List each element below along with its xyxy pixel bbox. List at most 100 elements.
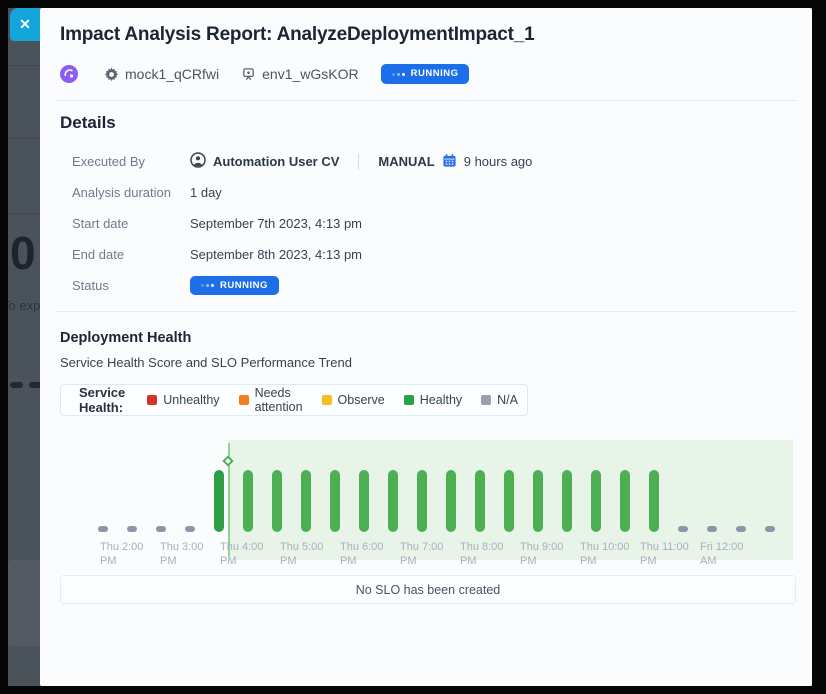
health-bar <box>272 470 282 532</box>
legend-item: Observe <box>322 393 385 407</box>
health-bar-chart: Thu 2:00 PMThu 3:00 PMThu 4:00 PMThu 5:0… <box>60 428 797 574</box>
end-date-value: September 8th 2023, 4:13 pm <box>190 247 362 262</box>
health-bar <box>533 470 543 532</box>
vertical-divider <box>358 154 359 170</box>
health-bar <box>330 470 340 532</box>
calendar-icon <box>442 153 457 171</box>
legend-swatch-icon <box>322 395 332 405</box>
header-divider <box>55 100 797 101</box>
x-axis-tick-label: Thu 9:00 PM <box>520 540 582 568</box>
health-bar <box>127 526 137 532</box>
background-stat-number: 0 <box>10 230 36 276</box>
x-axis-tick-label: Thu 6:00 PM <box>340 540 402 568</box>
health-bar <box>243 470 253 532</box>
legend-item: Healthy <box>404 393 462 407</box>
health-bar <box>504 470 514 532</box>
health-bar <box>678 526 688 532</box>
environment-meta: env1_wGsKOR <box>241 66 358 82</box>
x-axis-tick-label: Thu 8:00 PM <box>460 540 522 568</box>
deployment-health-subtitle: Service Health Score and SLO Performance… <box>60 355 352 370</box>
start-date-value: September 7th 2023, 4:13 pm <box>190 216 362 231</box>
detail-row-executed-by: Executed By Automation User CV MANUAL 9 … <box>72 146 772 177</box>
legend-label: Needs attention <box>255 386 303 414</box>
health-bar <box>475 470 485 532</box>
legend-item: N/A <box>481 393 518 407</box>
impact-analysis-modal: Impact Analysis Report: AnalyzeDeploymen… <box>40 8 812 686</box>
legend-label: Healthy <box>420 393 462 407</box>
app-logo-icon <box>60 65 78 83</box>
health-bar <box>707 526 717 532</box>
health-bar <box>765 526 775 532</box>
environment-icon <box>241 67 256 82</box>
background-icon-stub <box>10 382 23 388</box>
status-badge-label: RUNNING <box>220 281 268 291</box>
detail-label: End date <box>72 247 190 262</box>
slo-empty-message: No SLO has been created <box>356 583 501 597</box>
screenshot-stage: 0 To expa ✕ Impact Analysis Report: Anal… <box>0 0 826 694</box>
close-button[interactable]: ✕ <box>10 8 40 41</box>
slo-empty-state: No SLO has been created <box>60 575 796 604</box>
running-dots-icon <box>392 73 405 76</box>
detail-row-analysis-duration: Analysis duration 1 day <box>72 177 772 208</box>
details-heading: Details <box>60 113 116 133</box>
health-bar <box>562 470 572 532</box>
detail-row-end-date: End date September 8th 2023, 4:13 pm <box>72 239 772 270</box>
health-bar <box>736 526 746 532</box>
service-name: mock1_qCRfwi <box>125 66 219 82</box>
analysis-duration-value: 1 day <box>190 185 222 200</box>
details-table: Executed By Automation User CV MANUAL 9 … <box>72 146 772 301</box>
legend-label: Unhealthy <box>163 393 219 407</box>
legend-label: Observe <box>338 393 385 407</box>
health-bar <box>388 470 398 532</box>
legend-item: Unhealthy <box>147 393 219 407</box>
health-bar <box>98 526 108 532</box>
legend-swatch-icon <box>404 395 414 405</box>
status-badge-label: RUNNING <box>411 69 459 79</box>
service-meta: mock1_qCRfwi <box>104 66 219 82</box>
legend-label: N/A <box>497 393 518 407</box>
legend-swatch-icon <box>239 395 249 405</box>
trigger-type: MANUAL <box>378 154 434 169</box>
health-bar <box>446 470 456 532</box>
x-axis-tick-label: Thu 5:00 PM <box>280 540 342 568</box>
legend-swatch-icon <box>481 395 491 405</box>
detail-label: Executed By <box>72 154 190 169</box>
page-title: Impact Analysis Report: AnalyzeDeploymen… <box>60 24 535 46</box>
status-badge-running: RUNNING <box>190 276 279 296</box>
detail-row-status: Status RUNNING <box>72 270 772 301</box>
user-icon <box>190 152 206 171</box>
running-dots-icon <box>201 284 214 287</box>
section-divider <box>55 311 797 312</box>
health-bar <box>591 470 601 532</box>
health-bar <box>417 470 427 532</box>
gear-icon <box>104 67 119 82</box>
x-axis-tick-label: Thu 3:00 PM <box>160 540 222 568</box>
detail-label: Start date <box>72 216 190 231</box>
legend-item: Needs attention <box>239 386 303 414</box>
deployment-health-heading: Deployment Health <box>60 330 191 346</box>
environment-name: env1_wGsKOR <box>262 66 358 82</box>
x-axis-tick-label: Thu 4:00 PM <box>220 540 282 568</box>
status-badge-running: RUNNING <box>381 64 470 84</box>
health-bar <box>359 470 369 532</box>
detail-label: Status <box>72 278 190 293</box>
health-bar <box>649 470 659 532</box>
legend-title: Service Health: <box>79 385 125 415</box>
health-bar <box>214 470 224 532</box>
detail-row-start-date: Start date September 7th 2023, 4:13 pm <box>72 208 772 239</box>
x-axis-tick-label: Thu 7:00 PM <box>400 540 462 568</box>
detail-label: Analysis duration <box>72 185 190 200</box>
health-bar <box>301 470 311 532</box>
health-bar <box>620 470 630 532</box>
executed-by-user: Automation User CV <box>213 154 339 169</box>
x-axis-tick-label: Fri 12:00 AM <box>700 540 762 568</box>
executed-time: 9 hours ago <box>464 154 533 169</box>
service-health-legend: Service Health: Unhealthy Needs attention… <box>60 384 528 416</box>
health-bar <box>185 526 195 532</box>
close-icon: ✕ <box>19 16 31 33</box>
legend-swatch-icon <box>147 395 157 405</box>
x-axis-tick-label: Thu 10:00 PM <box>580 540 642 568</box>
x-axis-tick-label: Thu 2:00 PM <box>100 540 162 568</box>
health-bar <box>156 526 166 532</box>
x-axis-tick-label: Thu 11:00 PM <box>640 540 702 568</box>
